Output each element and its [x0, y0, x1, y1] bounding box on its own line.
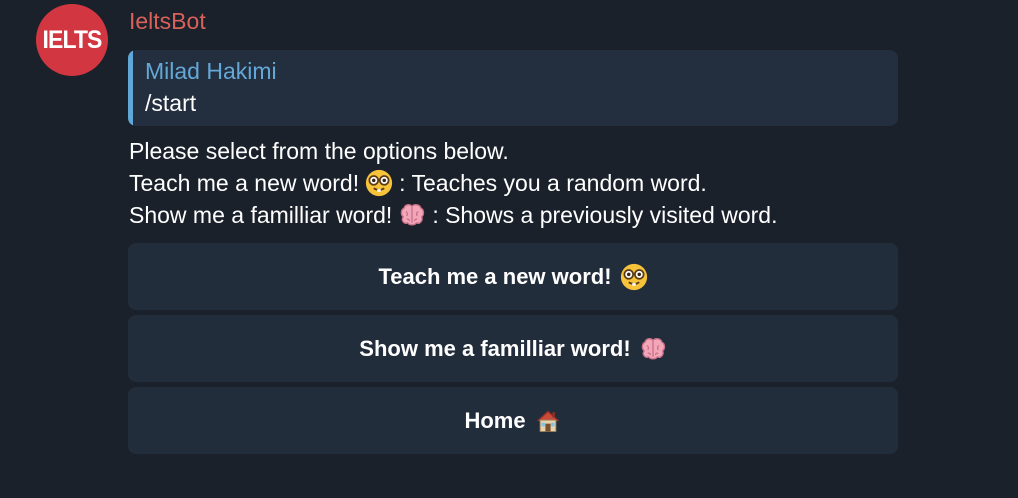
show-familiar-word-button[interactable]: Show me a familliar word!: [128, 315, 898, 382]
message-text: Please select from the options below. Te…: [129, 135, 777, 231]
reply-author: Milad Hakimi: [145, 58, 277, 84]
message-intro: Please select from the options below.: [129, 138, 509, 164]
nerd-face-icon: [620, 263, 647, 290]
home-label: Home: [464, 407, 526, 433]
show-option-name: Show me a familliar word!: [129, 202, 393, 228]
teach-option-description: : Teaches you a random word.: [399, 170, 707, 196]
show-option-description: : Shows a previously visited word.: [432, 202, 778, 228]
teach-option-name: Teach me a new word!: [129, 170, 360, 196]
brain-icon: [641, 337, 665, 359]
nerd-face-icon: [366, 169, 393, 197]
message-line-show: Show me a familliar word! : Shows a prev…: [129, 199, 777, 231]
avatar-label: IELTS: [42, 25, 103, 54]
brain-icon: [401, 204, 425, 226]
reply-text: /start: [145, 90, 197, 116]
house-icon: [536, 409, 559, 432]
bot-avatar[interactable]: IELTS: [36, 4, 108, 76]
show-familiar-word-label: Show me a familliar word!: [359, 335, 631, 361]
message-line-teach: Teach me a new word! : Teaches you a ran…: [129, 167, 777, 199]
home-button[interactable]: Home: [128, 387, 898, 454]
teach-new-word-button[interactable]: Teach me a new word!: [128, 243, 898, 310]
teach-new-word-label: Teach me a new word!: [378, 263, 612, 289]
reply-accent-bar: [128, 50, 133, 126]
message-line-intro: Please select from the options below.: [129, 135, 777, 167]
reply-quote[interactable]: Milad Hakimi /start: [128, 50, 898, 126]
sender-name[interactable]: IeltsBot: [129, 7, 206, 35]
